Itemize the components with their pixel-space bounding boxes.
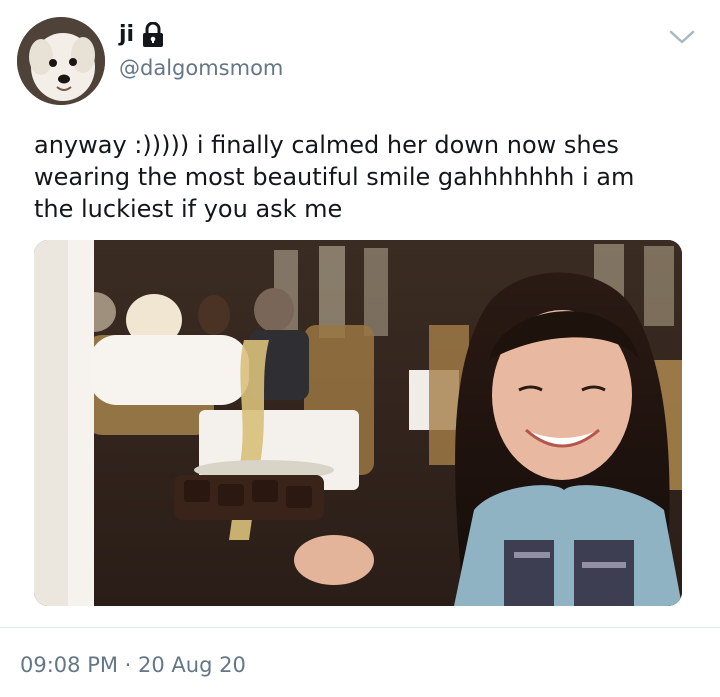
- avatar[interactable]: [17, 17, 105, 105]
- photo-image: [34, 240, 682, 606]
- divider: [0, 627, 720, 628]
- dog-avatar-image: [17, 17, 105, 105]
- tweet-timestamp[interactable]: 09:08 PM · 20 Aug 20: [20, 652, 246, 678]
- chevron-down-icon[interactable]: [668, 26, 696, 48]
- tweet-photo[interactable]: [34, 240, 682, 606]
- display-name[interactable]: ji: [119, 22, 134, 48]
- lock-icon: [142, 21, 164, 48]
- tweet-text: anyway :))))) i finally calmed her down …: [34, 131, 635, 223]
- display-name-row: ji: [119, 21, 164, 48]
- user-handle[interactable]: @dalgomsmom: [119, 55, 283, 81]
